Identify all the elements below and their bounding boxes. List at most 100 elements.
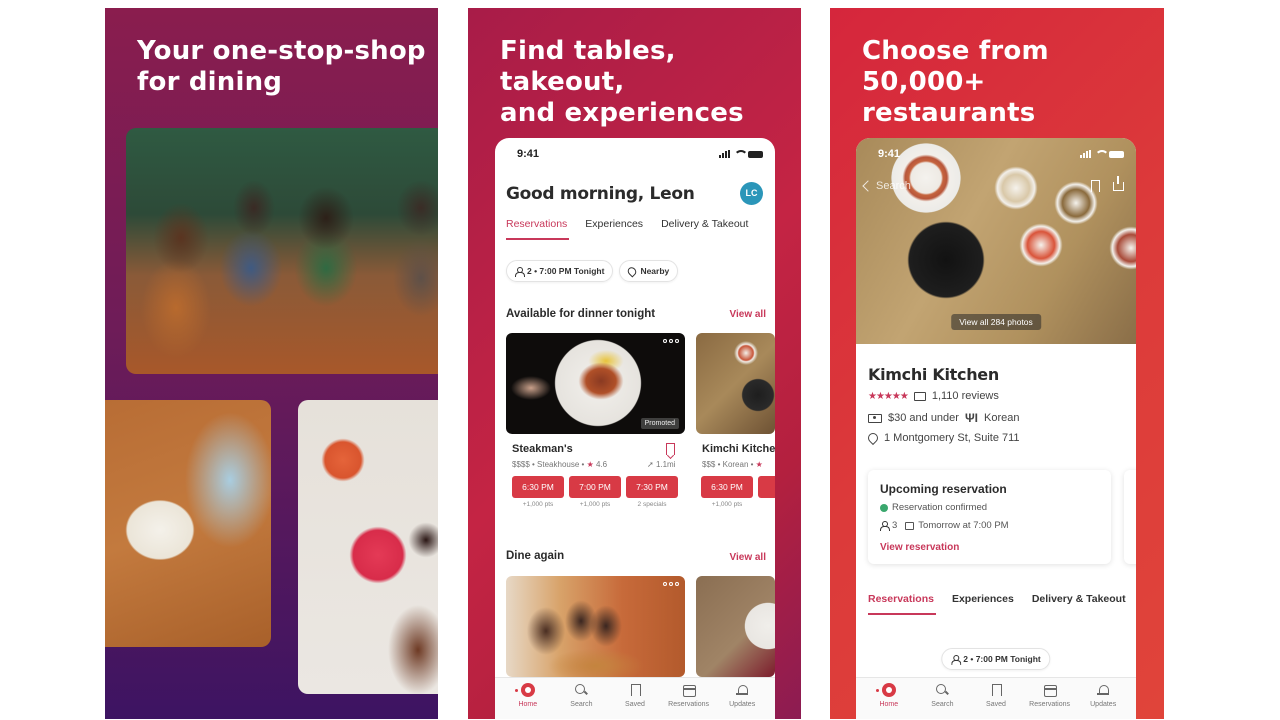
back-button[interactable]: Search xyxy=(862,180,911,192)
status-icons xyxy=(719,150,763,158)
time-slot-note: +1,000 pts xyxy=(711,501,743,508)
tab-reservations-nav[interactable]: Reservations xyxy=(1023,678,1077,719)
headline-line-1: Find tables, takeout, xyxy=(500,36,676,97)
more-options-icon[interactable] xyxy=(663,339,679,343)
section-title-available: Available for dinner tonight xyxy=(506,308,656,320)
party-time-chip[interactable]: 2 • 7:00 PM Tonight xyxy=(941,648,1051,670)
upcoming-reservation-card[interactable]: Upcoming reservation Reservation confirm… xyxy=(868,470,1111,564)
tab-saved[interactable]: Saved xyxy=(969,678,1023,719)
signal-icon xyxy=(719,150,730,158)
phone-restaurant-detail: 9:41 Search View all 284 photos Kimchi K… xyxy=(856,138,1136,719)
headline-line-2: and experiences xyxy=(500,98,744,128)
person-icon xyxy=(515,266,525,277)
headline-line-2: for dining xyxy=(137,67,283,97)
restaurant-photo-steakmans[interactable]: Promoted xyxy=(506,333,685,434)
star-icon: ★ xyxy=(755,460,763,469)
time-slot-button[interactable]: XX xyxy=(758,476,775,498)
bell-icon xyxy=(735,683,749,697)
signal-icon xyxy=(1080,150,1091,158)
tab-reservations-nav[interactable]: Reservations xyxy=(662,678,716,719)
time-slot-button[interactable]: 6:30 PM xyxy=(512,476,564,498)
restaurant-photo-alis-place[interactable] xyxy=(506,576,685,677)
tab-delivery-takeout[interactable]: Delivery & Takeout xyxy=(1032,593,1126,615)
check-circle-icon xyxy=(880,503,888,512)
person-icon xyxy=(880,521,890,531)
reservation-time: Tomorrow at 7:00 PM xyxy=(918,520,1009,531)
reviews-count[interactable]: 1,110 reviews xyxy=(932,390,999,402)
tab-search[interactable]: Search xyxy=(916,678,970,719)
bookmark-icon[interactable] xyxy=(666,443,675,455)
avatar[interactable]: LC xyxy=(740,182,763,205)
salad-photo xyxy=(105,400,271,647)
party-size: 3 xyxy=(892,520,898,531)
tab-home[interactable]: Home xyxy=(862,678,916,719)
tab-label: Updates xyxy=(729,701,756,708)
share-icon[interactable] xyxy=(1113,176,1124,191)
calendar-icon xyxy=(905,521,915,530)
cocktails-photo xyxy=(298,400,438,694)
group-dining-photo xyxy=(126,128,438,374)
calendar-icon xyxy=(1043,683,1057,697)
battery-icon xyxy=(748,150,763,158)
search-icon xyxy=(574,683,588,697)
greeting-title: Good morning, Leon xyxy=(506,184,695,204)
cuisine: Korean xyxy=(722,460,749,469)
tab-reservations[interactable]: Reservations xyxy=(506,218,570,240)
tab-label: Home xyxy=(518,701,538,708)
tab-reservations[interactable]: Reservations xyxy=(868,593,936,615)
tab-label: Reservations xyxy=(1029,701,1070,708)
restaurant-photo-yuzhes[interactable] xyxy=(696,576,775,677)
reviews-icon xyxy=(913,391,926,401)
time-slot-button[interactable]: 7:00 PM xyxy=(569,476,621,498)
price-cuisine-row: $30 and under ΨΙ Korean xyxy=(868,411,1019,425)
distance: ➚ 1.1mi xyxy=(647,460,676,469)
tab-home[interactable]: Home xyxy=(501,678,555,719)
category-tabs: Reservations Experiences Delivery & Take… xyxy=(506,218,748,240)
bell-icon xyxy=(1096,683,1110,697)
view-all-link[interactable]: View all xyxy=(729,309,766,320)
tab-experiences[interactable]: Experiences xyxy=(952,593,1014,615)
tab-updates[interactable]: Updates xyxy=(1076,678,1130,719)
party-time-chip[interactable]: 2 • 7:00 PM Tonight xyxy=(506,260,614,282)
more-options-icon[interactable] xyxy=(663,582,679,586)
time-slot-note: 2 specials xyxy=(637,501,667,508)
tab-delivery-takeout[interactable]: Delivery & Takeout xyxy=(661,218,748,240)
wifi-icon xyxy=(734,150,748,158)
rating-row: ★★★★★ 1,110 reviews xyxy=(868,390,999,402)
chip-label: 2 • 7:00 PM Tonight xyxy=(527,266,605,276)
person-icon xyxy=(951,654,962,665)
headline-line-1: Choose from xyxy=(862,36,1049,66)
view-all-link[interactable]: View all xyxy=(729,552,766,563)
tab-search[interactable]: Search xyxy=(555,678,609,719)
location-chip[interactable]: Nearby xyxy=(619,260,679,282)
cuisine: Korean xyxy=(984,412,1020,424)
view-all-photos-button[interactable]: View all 284 photos xyxy=(951,314,1041,330)
bookmark-icon[interactable] xyxy=(1091,180,1100,192)
restaurant-hero-photo[interactable]: 9:41 Search View all 284 photos xyxy=(856,138,1136,344)
status-icons xyxy=(1080,150,1124,158)
time-slot-button[interactable]: 7:30 PM xyxy=(626,476,678,498)
headline-line-2: 50,000+ restaurants xyxy=(862,67,1036,128)
tab-updates[interactable]: Updates xyxy=(715,678,769,719)
view-reservation-link[interactable]: View reservation xyxy=(880,542,959,553)
time-slot-note: +1,000 pts xyxy=(579,501,611,508)
panel-headline: Your one-stop-shop for dining xyxy=(137,36,426,98)
cuisine: Steakhouse xyxy=(537,460,580,469)
home-icon xyxy=(875,683,896,697)
promo-panel-restaurants: Choose from 50,000+ restaurants 9:41 Sea… xyxy=(830,8,1164,719)
headline-line-1: Your one-stop-shop xyxy=(137,36,426,66)
address[interactable]: 1 Montgomery St, Suite 711 xyxy=(884,432,1020,444)
restaurant-name[interactable]: Kimchi Kitchen xyxy=(702,443,775,455)
tab-label: Updates xyxy=(1090,701,1117,708)
restaurant-photo-kimchi[interactable] xyxy=(696,333,775,434)
price-level: $$$ xyxy=(702,460,716,469)
tab-experiences[interactable]: Experiences xyxy=(585,218,643,240)
section-title-dine-again: Dine again xyxy=(506,550,565,562)
restaurant-meta: $$$$ • Steakhouse • ★ 4.6 xyxy=(512,460,608,469)
restaurant-meta: $$$ • Korean • ★ xyxy=(702,460,763,469)
time-slot-button[interactable]: 6:30 PM xyxy=(701,476,753,498)
panel-headline: Find tables, takeout, and experiences xyxy=(500,36,801,129)
next-card-peek[interactable] xyxy=(1124,470,1136,564)
tab-saved[interactable]: Saved xyxy=(608,678,662,719)
restaurant-name[interactable]: Steakman's xyxy=(512,443,573,455)
